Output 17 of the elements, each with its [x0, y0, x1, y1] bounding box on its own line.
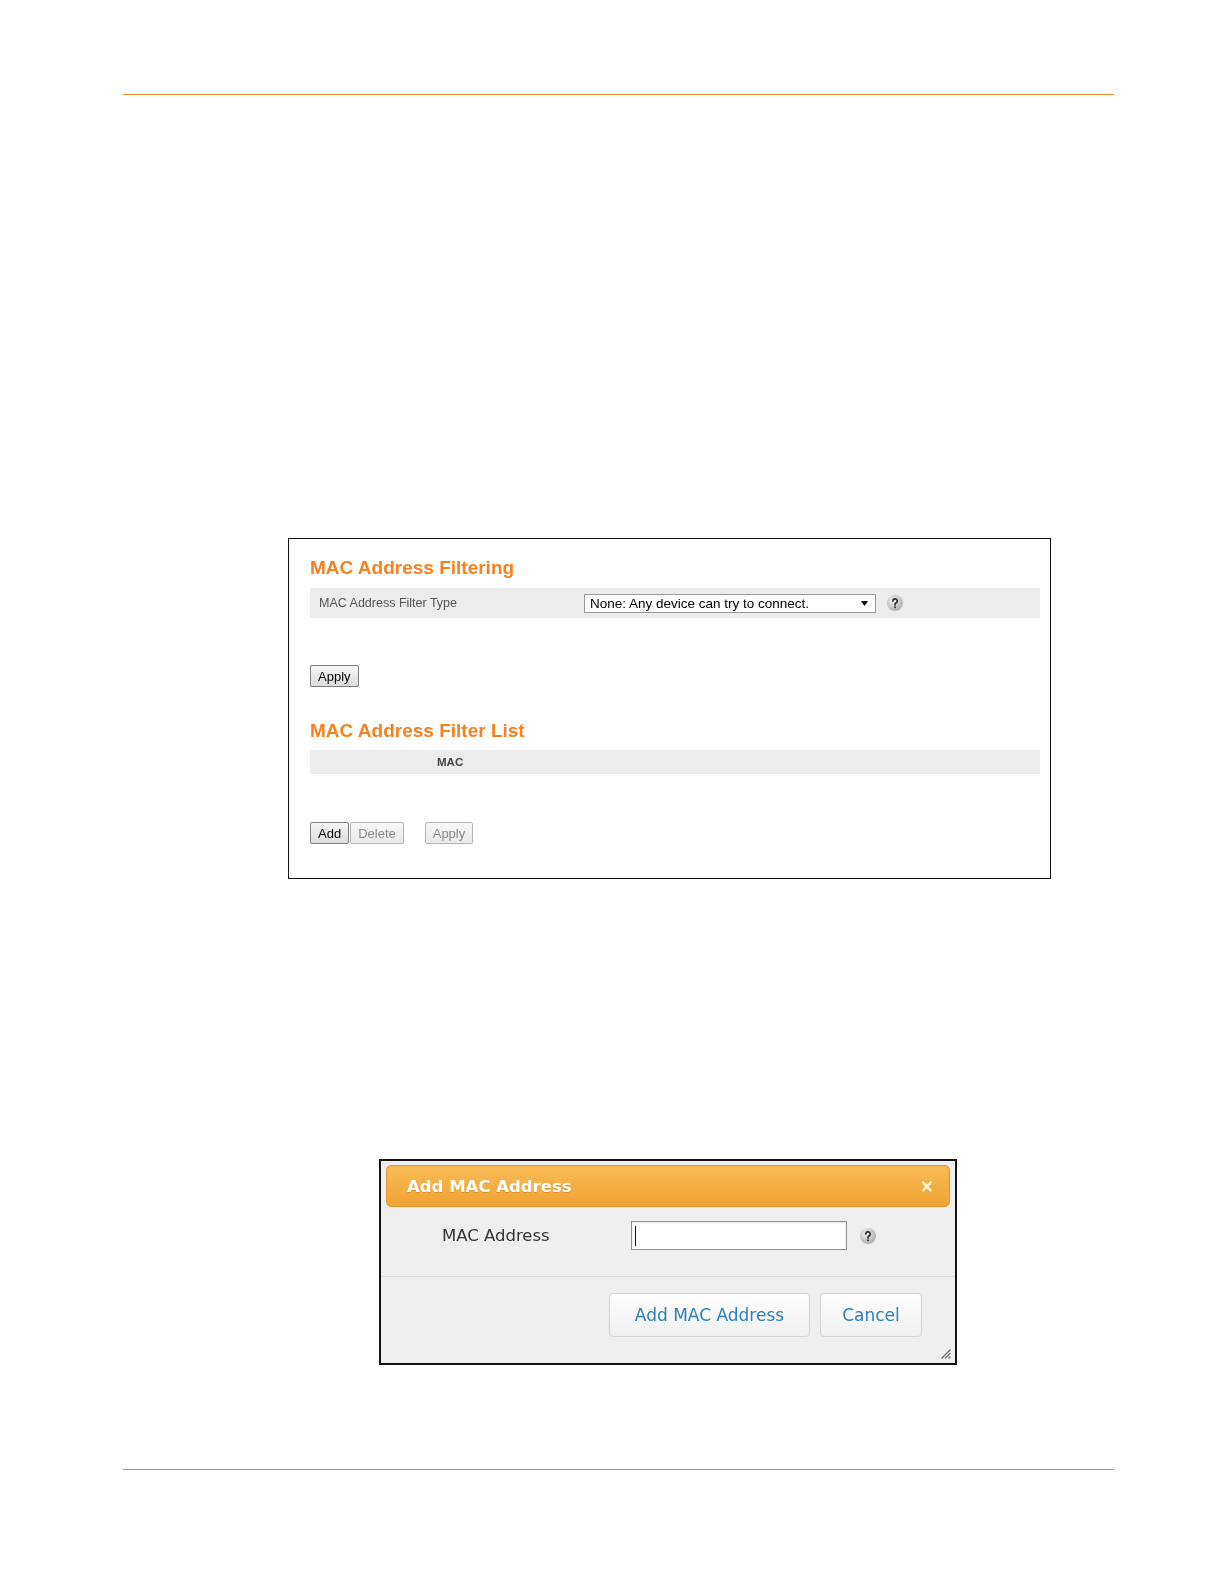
text-cursor — [635, 1225, 636, 1246]
apply-button[interactable]: Apply — [310, 665, 359, 687]
dialog-title: Add MAC Address — [407, 1176, 572, 1196]
field-label: MAC Address Filter Type — [318, 596, 458, 610]
input-field[interactable] — [631, 1221, 847, 1250]
column-header: MAC — [437, 756, 464, 768]
list-button[interactable]: Add — [310, 822, 350, 844]
help-icon[interactable] — [887, 595, 903, 611]
section-title: MAC Address Filtering — [310, 556, 515, 580]
help-icon[interactable] — [860, 1227, 876, 1244]
resize-grip-icon[interactable] — [940, 1348, 951, 1359]
dropdown-caret-icon — [861, 600, 868, 606]
field-label: MAC Address — [442, 1226, 551, 1245]
filter-type-select[interactable]: None: Any device can try to connect. — [584, 593, 876, 613]
section-title: MAC Address Filter List — [310, 719, 525, 743]
dialog-button[interactable]: Add MAC Address — [609, 1293, 810, 1337]
dialog-button[interactable]: Cancel — [820, 1293, 922, 1337]
